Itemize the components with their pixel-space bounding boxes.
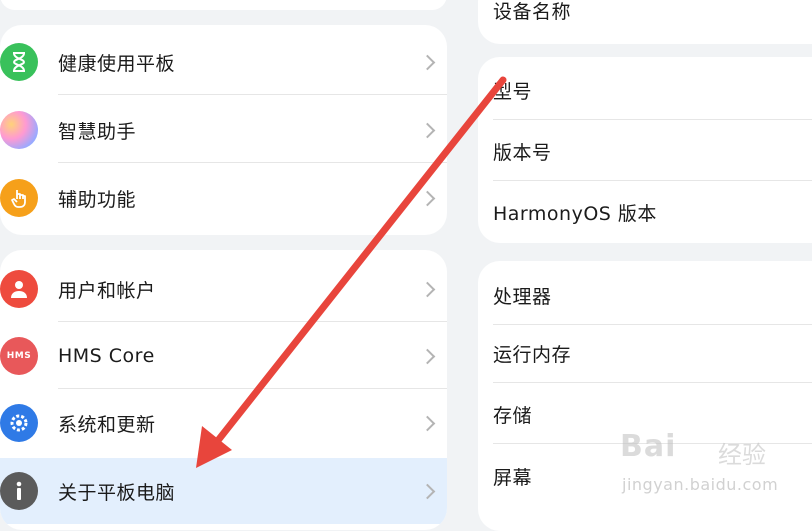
menu-item-label: 辅助功能: [58, 188, 137, 211]
baidu-watermark: Bai 经验 jingyan.baidu.com: [620, 425, 800, 505]
menu-item-label: HMS Core: [58, 345, 155, 367]
about-item-label: HarmonyOS 版本: [493, 202, 657, 225]
about-item-label: 型号: [493, 80, 533, 103]
watermark-brand: Bai: [620, 429, 677, 464]
hms-icon: HMS: [0, 337, 38, 375]
chevron-right-icon: [419, 54, 436, 70]
about-group-0: 设备名称: [478, 0, 812, 44]
info-icon: [0, 472, 38, 510]
about-group-1: 型号 版本号 HarmonyOS 版本: [478, 57, 812, 243]
menu-item-label: 关于平板电脑: [58, 481, 176, 504]
chevron-right-icon: [419, 122, 436, 138]
about-item-ram[interactable]: 运行内存: [478, 323, 812, 383]
menu-item-label: 系统和更新: [58, 413, 156, 436]
chevron-right-icon: [419, 415, 436, 431]
gear-icon: [0, 404, 38, 442]
about-item-label: 设备名称: [493, 0, 572, 23]
about-item-build-number[interactable]: 版本号: [478, 121, 812, 181]
menu-item-label: 智慧助手: [58, 120, 137, 143]
about-item-processor[interactable]: 处理器: [478, 265, 812, 325]
hand-icon: [0, 179, 38, 217]
menu-item-label: 用户和帐户: [58, 279, 156, 302]
menu-item-system-update[interactable]: 系统和更新: [0, 390, 447, 456]
left-menu-group-2: 用户和帐户 HMS HMS Core 系统和更新 关于平板电脑: [0, 250, 447, 530]
chevron-right-icon: [419, 190, 436, 206]
menu-item-smart-assistant[interactable]: 智慧助手: [0, 97, 447, 163]
hourglass-icon: [0, 43, 38, 81]
menu-item-users-accounts[interactable]: 用户和帐户: [0, 256, 447, 322]
about-item-model[interactable]: 型号: [478, 60, 812, 120]
menu-item-hms-core[interactable]: HMS HMS Core: [0, 323, 447, 389]
menu-item-label: 健康使用平板: [58, 52, 176, 75]
assistant-orb-icon: [0, 111, 38, 149]
chevron-right-icon: [419, 483, 436, 499]
user-icon: [0, 270, 38, 308]
about-item-label: 版本号: [493, 141, 552, 164]
menu-item-about-tablet[interactable]: 关于平板电脑: [0, 458, 447, 524]
about-item-label: 运行内存: [493, 343, 572, 366]
menu-item-accessibility[interactable]: 辅助功能: [0, 165, 447, 231]
menu-item-healthy-usage[interactable]: 健康使用平板: [0, 29, 447, 95]
about-item-label: 屏幕: [493, 466, 533, 489]
left-menu-group-1: 健康使用平板 智慧助手 辅助功能: [0, 25, 447, 235]
about-item-label: 处理器: [493, 285, 552, 308]
left-card-previous: [0, 0, 447, 10]
chevron-right-icon: [419, 348, 436, 364]
about-item-harmonyos-version[interactable]: HarmonyOS 版本: [478, 182, 812, 242]
watermark-brand-suffix: 经验: [718, 441, 766, 469]
about-item-device-name[interactable]: 设备名称: [478, 0, 812, 40]
about-item-label: 存储: [493, 404, 533, 427]
watermark-url: jingyan.baidu.com: [622, 475, 779, 494]
chevron-right-icon: [419, 281, 436, 297]
